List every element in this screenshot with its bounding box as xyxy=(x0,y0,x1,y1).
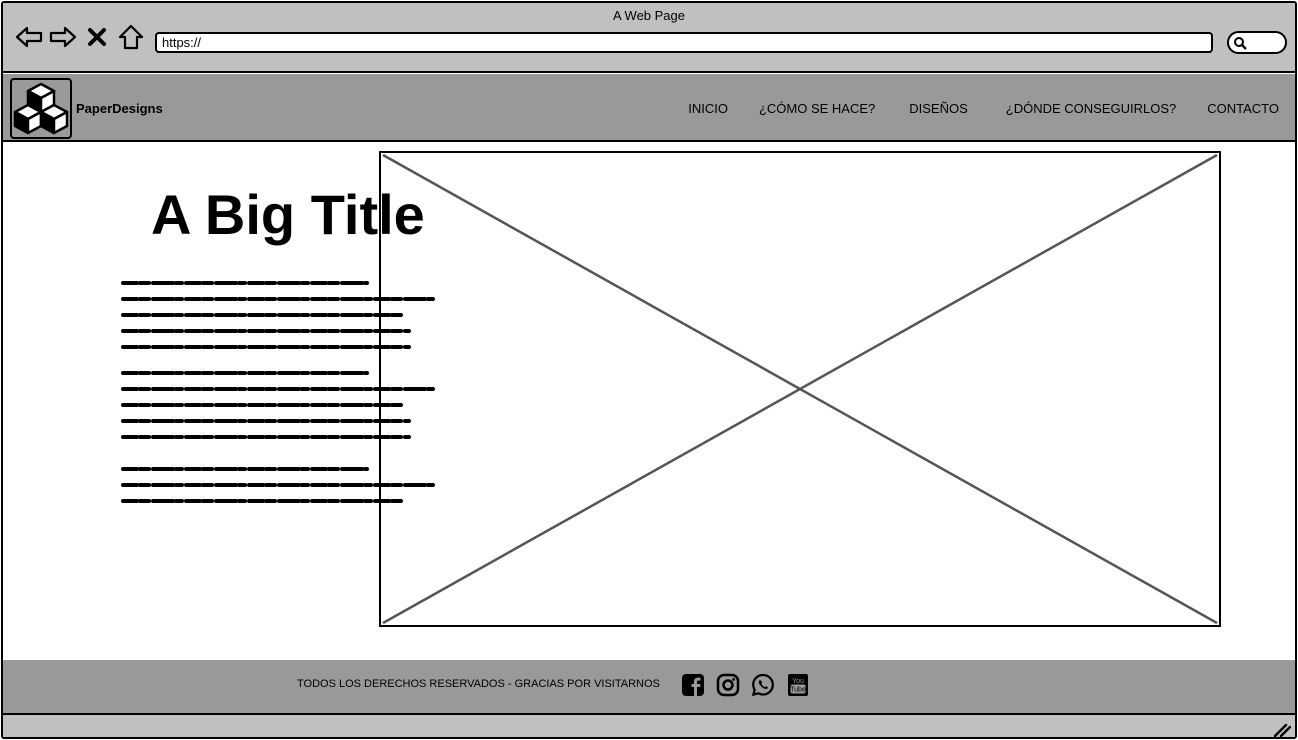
nav-item-como-se-hace[interactable]: ¿CÓMO SE HACE? xyxy=(759,101,875,116)
nav-item-disenos[interactable]: DISEÑOS xyxy=(909,101,968,116)
back-arrow-icon[interactable] xyxy=(15,23,43,51)
url-input[interactable]: https:// xyxy=(155,32,1213,53)
home-icon[interactable] xyxy=(117,23,145,51)
site-header: PaperDesigns INICIO ¿CÓMO SE HACE? DISEÑ… xyxy=(3,74,1295,142)
resize-grip-icon[interactable] xyxy=(1273,723,1291,737)
browser-search-button[interactable] xyxy=(1227,31,1287,54)
browser-nav-controls xyxy=(15,23,145,51)
browser-status-bar xyxy=(3,713,1295,737)
nav-item-contacto[interactable]: CONTACTO xyxy=(1207,101,1279,116)
image-placeholder-cross xyxy=(382,153,1218,625)
youtube-icon[interactable]: You Tube xyxy=(786,673,810,697)
window-title: A Web Page xyxy=(612,8,686,23)
cubes-logo-icon xyxy=(13,82,69,135)
footer-text: TODOS LOS DERECHOS RESERVADOS - GRACIAS … xyxy=(297,678,660,690)
browser-toolbar: A Web Page https:// xyxy=(3,3,1295,73)
image-placeholder xyxy=(379,151,1221,627)
svg-text:You: You xyxy=(792,678,804,685)
browser-window: A Web Page https:// PaperDesigns INICIO … xyxy=(1,1,1297,739)
stop-icon[interactable] xyxy=(83,23,111,51)
facebook-icon[interactable] xyxy=(681,673,705,697)
site-footer: TODOS LOS DERECHOS RESERVADOS - GRACIAS … xyxy=(3,660,1295,713)
logo[interactable] xyxy=(10,78,72,139)
brand-name[interactable]: PaperDesigns xyxy=(76,101,163,116)
nav-item-inicio[interactable]: INICIO xyxy=(688,101,728,116)
social-links: You Tube xyxy=(681,673,810,697)
main-nav: INICIO ¿CÓMO SE HACE? DISEÑOS ¿DÓNDE CON… xyxy=(688,101,1279,116)
whatsapp-icon[interactable] xyxy=(751,673,775,697)
nav-item-donde-conseguirlos[interactable]: ¿DÓNDE CONSEGUIRLOS? xyxy=(1006,101,1176,116)
search-icon xyxy=(1234,37,1247,50)
forward-arrow-icon[interactable] xyxy=(49,23,77,51)
svg-text:Tube: Tube xyxy=(790,687,806,694)
instagram-icon[interactable] xyxy=(716,673,740,697)
